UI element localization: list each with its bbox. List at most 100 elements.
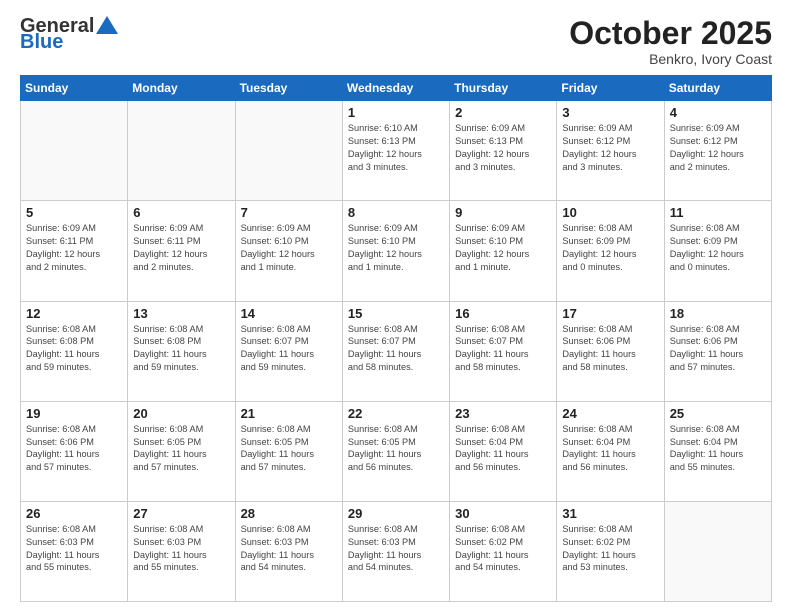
table-row: 31Sunrise: 6:08 AM Sunset: 6:02 PM Dayli… <box>557 501 664 601</box>
day-info: Sunrise: 6:10 AM Sunset: 6:13 PM Dayligh… <box>348 122 444 174</box>
day-info: Sunrise: 6:08 AM Sunset: 6:03 PM Dayligh… <box>348 523 444 575</box>
table-row: 14 Sunrise: 6:08 AM Sunset: 6:07 PM Dayli… <box>235 301 342 401</box>
day-info: Sunrise: 6:09 AM Sunset: 6:12 PM Dayligh… <box>562 122 658 174</box>
calendar: Sunday Monday Tuesday Wednesday Thursday… <box>20 75 772 602</box>
day-number: 1 <box>348 105 444 120</box>
table-row: 21 Sunrise: 6:08 AM Sunset: 6:05 PM Dayli… <box>235 401 342 501</box>
day-number: 26 <box>26 506 122 521</box>
page: General Blue October 2025 Benkro, Ivory … <box>0 0 792 612</box>
table-row: 18 Sunrise: 6:08 AM Sunset: 6:06 PM Dayli… <box>664 301 771 401</box>
day-number: 10 <box>562 205 658 220</box>
day-number: 12 <box>26 306 122 321</box>
table-row: 29 Sunrise: 6:08 AM Sunset: 6:03 PM Dayli… <box>342 501 449 601</box>
day-number: 2 <box>455 105 551 120</box>
day-number: 25 <box>670 406 766 421</box>
table-row: 20 Sunrise: 6:08 AM Sunset: 6:05 PM Dayli… <box>128 401 235 501</box>
col-wednesday: Wednesday <box>342 76 449 101</box>
col-saturday: Saturday <box>664 76 771 101</box>
table-row: 9Sunrise: 6:09 AM Sunset: 6:10 PM Daylig… <box>450 201 557 301</box>
day-info: Sunrise: 6:09 AM Sunset: 6:12 PM Dayligh… <box>670 122 766 174</box>
day-number: 27 <box>133 506 229 521</box>
day-info: Sunrise: 6:08 AM Sunset: 6:07 PM Dayligh… <box>241 323 337 375</box>
day-info: Sunrise: 6:08 AM Sunset: 6:03 PM Dayligh… <box>26 523 122 575</box>
day-info: Sunrise: 6:08 AM Sunset: 6:08 PM Dayligh… <box>133 323 229 375</box>
calendar-header-row: Sunday Monday Tuesday Wednesday Thursday… <box>21 76 772 101</box>
day-info: Sunrise: 6:08 AM Sunset: 6:07 PM Dayligh… <box>348 323 444 375</box>
day-info: Sunrise: 6:09 AM Sunset: 6:13 PM Dayligh… <box>455 122 551 174</box>
day-number: 5 <box>26 205 122 220</box>
day-number: 8 <box>348 205 444 220</box>
day-number: 20 <box>133 406 229 421</box>
table-row: 1 Sunrise: 6:10 AM Sunset: 6:13 PM Daylig… <box>342 101 449 201</box>
day-info: Sunrise: 6:08 AM Sunset: 6:04 PM Dayligh… <box>455 423 551 475</box>
table-row: 15Sunrise: 6:08 AM Sunset: 6:07 PM Dayli… <box>342 301 449 401</box>
table-row: 2 Sunrise: 6:09 AM Sunset: 6:13 PM Daylig… <box>450 101 557 201</box>
day-number: 4 <box>670 105 766 120</box>
day-number: 19 <box>26 406 122 421</box>
day-number: 24 <box>562 406 658 421</box>
month-title: October 2025 <box>569 16 772 51</box>
day-info: Sunrise: 6:08 AM Sunset: 6:08 PM Dayligh… <box>26 323 122 375</box>
col-friday: Friday <box>557 76 664 101</box>
table-row: 16 Sunrise: 6:08 AM Sunset: 6:07 PM Dayli… <box>450 301 557 401</box>
table-row: 6 Sunrise: 6:09 AM Sunset: 6:11 PM Daylig… <box>128 201 235 301</box>
logo-blue: Blue <box>20 32 118 52</box>
table-row: 25 Sunrise: 6:08 AM Sunset: 6:04 PM Dayli… <box>664 401 771 501</box>
header: General Blue October 2025 Benkro, Ivory … <box>20 16 772 67</box>
table-row: 8 Sunrise: 6:09 AM Sunset: 6:10 PM Daylig… <box>342 201 449 301</box>
day-info: Sunrise: 6:08 AM Sunset: 6:05 PM Dayligh… <box>133 423 229 475</box>
day-number: 31 <box>562 506 658 521</box>
day-number: 18 <box>670 306 766 321</box>
day-number: 30 <box>455 506 551 521</box>
table-row: 27 Sunrise: 6:08 AM Sunset: 6:03 PM Dayli… <box>128 501 235 601</box>
title-block: October 2025 Benkro, Ivory Coast <box>569 16 772 67</box>
calendar-week-row: 1 Sunrise: 6:10 AM Sunset: 6:13 PM Daylig… <box>21 101 772 201</box>
day-number: 7 <box>241 205 337 220</box>
table-row: 28 Sunrise: 6:08 AM Sunset: 6:03 PM Dayli… <box>235 501 342 601</box>
table-row: 22Sunrise: 6:08 AM Sunset: 6:05 PM Dayli… <box>342 401 449 501</box>
col-sunday: Sunday <box>21 76 128 101</box>
table-row: 13 Sunrise: 6:08 AM Sunset: 6:08 PM Dayli… <box>128 301 235 401</box>
day-info: Sunrise: 6:09 AM Sunset: 6:10 PM Dayligh… <box>455 222 551 274</box>
table-row: 4 Sunrise: 6:09 AM Sunset: 6:12 PM Daylig… <box>664 101 771 201</box>
day-number: 23 <box>455 406 551 421</box>
day-info: Sunrise: 6:09 AM Sunset: 6:11 PM Dayligh… <box>133 222 229 274</box>
day-number: 16 <box>455 306 551 321</box>
calendar-week-row: 19 Sunrise: 6:08 AM Sunset: 6:06 PM Dayli… <box>21 401 772 501</box>
table-row: 12 Sunrise: 6:08 AM Sunset: 6:08 PM Dayli… <box>21 301 128 401</box>
day-info: Sunrise: 6:08 AM Sunset: 6:04 PM Dayligh… <box>562 423 658 475</box>
day-number: 11 <box>670 205 766 220</box>
table-row: 3 Sunrise: 6:09 AM Sunset: 6:12 PM Daylig… <box>557 101 664 201</box>
table-row: 26 Sunrise: 6:08 AM Sunset: 6:03 PM Dayli… <box>21 501 128 601</box>
day-number: 3 <box>562 105 658 120</box>
day-number: 13 <box>133 306 229 321</box>
day-info: Sunrise: 6:08 AM Sunset: 6:03 PM Dayligh… <box>133 523 229 575</box>
day-info: Sunrise: 6:09 AM Sunset: 6:10 PM Dayligh… <box>241 222 337 274</box>
day-info: Sunrise: 6:09 AM Sunset: 6:10 PM Dayligh… <box>348 222 444 274</box>
col-thursday: Thursday <box>450 76 557 101</box>
day-info: Sunrise: 6:08 AM Sunset: 6:02 PM Dayligh… <box>455 523 551 575</box>
day-info: Sunrise: 6:08 AM Sunset: 6:09 PM Dayligh… <box>670 222 766 274</box>
day-number: 29 <box>348 506 444 521</box>
table-row: 7 Sunrise: 6:09 AM Sunset: 6:10 PM Daylig… <box>235 201 342 301</box>
table-row: 11 Sunrise: 6:08 AM Sunset: 6:09 PM Dayli… <box>664 201 771 301</box>
day-info: Sunrise: 6:08 AM Sunset: 6:07 PM Dayligh… <box>455 323 551 375</box>
day-number: 14 <box>241 306 337 321</box>
table-row: 24 Sunrise: 6:08 AM Sunset: 6:04 PM Dayli… <box>557 401 664 501</box>
day-number: 17 <box>562 306 658 321</box>
calendar-week-row: 12 Sunrise: 6:08 AM Sunset: 6:08 PM Dayli… <box>21 301 772 401</box>
day-info: Sunrise: 6:08 AM Sunset: 6:04 PM Dayligh… <box>670 423 766 475</box>
table-row <box>235 101 342 201</box>
day-info: Sunrise: 6:08 AM Sunset: 6:06 PM Dayligh… <box>26 423 122 475</box>
table-row: 10Sunrise: 6:08 AM Sunset: 6:09 PM Dayli… <box>557 201 664 301</box>
day-number: 21 <box>241 406 337 421</box>
table-row <box>128 101 235 201</box>
table-row: 5Sunrise: 6:09 AM Sunset: 6:11 PM Daylig… <box>21 201 128 301</box>
day-info: Sunrise: 6:08 AM Sunset: 6:06 PM Dayligh… <box>670 323 766 375</box>
logo: General Blue <box>20 16 118 52</box>
day-info: Sunrise: 6:08 AM Sunset: 6:03 PM Dayligh… <box>241 523 337 575</box>
day-number: 6 <box>133 205 229 220</box>
day-number: 28 <box>241 506 337 521</box>
table-row: 30 Sunrise: 6:08 AM Sunset: 6:02 PM Dayli… <box>450 501 557 601</box>
day-info: Sunrise: 6:08 AM Sunset: 6:05 PM Dayligh… <box>241 423 337 475</box>
